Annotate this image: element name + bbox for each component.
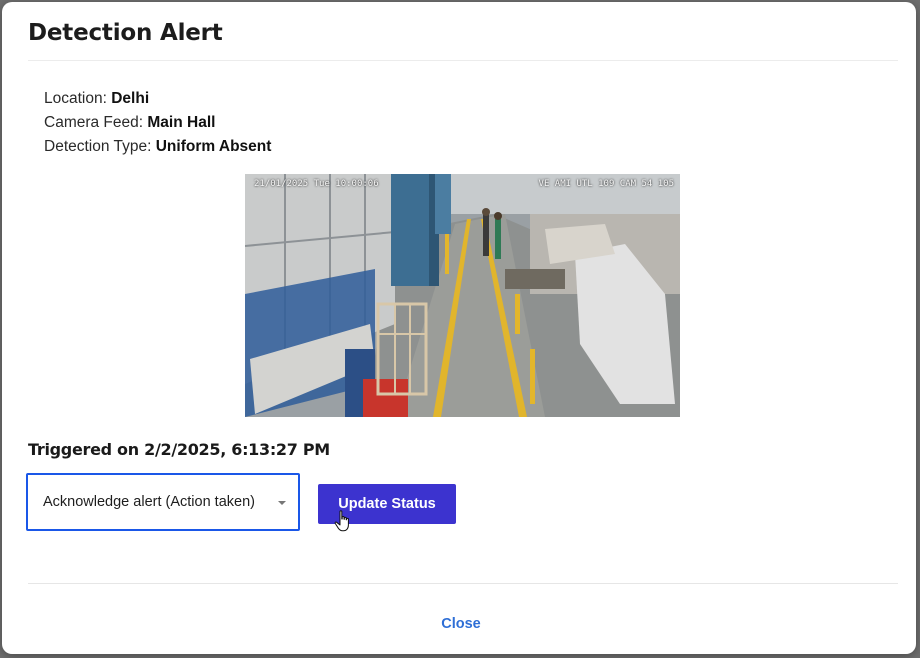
alert-details: Location: Delhi Camera Feed: Main Hall D… <box>44 87 271 159</box>
location-row: Location: Delhi <box>44 87 271 111</box>
triggered-timestamp: Triggered on 2/2/2025, 6:13:27 PM <box>28 440 330 459</box>
detection-snapshot: 21/01/2025 Tue 10:00:06 VE AMI UTL 109 C… <box>245 174 680 417</box>
camera-id-overlay: VE AMI UTL 109 CAM 54 105 <box>538 179 674 189</box>
camera-feed-label: Camera Feed: <box>44 114 144 131</box>
alert-status-select[interactable]: Acknowledge alert (Action taken) <box>26 473 300 531</box>
location-value: Delhi <box>111 90 150 107</box>
dropdown-caret-icon <box>278 501 286 505</box>
camera-timestamp-overlay: 21/01/2025 Tue 10:00:06 <box>254 179 379 189</box>
status-select-value: Acknowledge alert (Action taken) <box>43 494 255 510</box>
detection-type-value: Uniform Absent <box>155 138 272 155</box>
camera-feed-value: Main Hall <box>147 114 216 131</box>
modal-header: Detection Alert <box>28 20 898 61</box>
camera-frame-image <box>245 174 680 417</box>
footer-divider <box>28 583 898 584</box>
detection-type-label: Detection Type: <box>44 138 152 155</box>
camera-feed-row: Camera Feed: Main Hall <box>44 111 271 135</box>
location-label: Location: <box>44 90 107 107</box>
detection-alert-modal: Detection Alert Location: Delhi Camera F… <box>2 2 916 654</box>
detection-type-row: Detection Type: Uniform Absent <box>44 135 271 159</box>
modal-title: Detection Alert <box>28 20 223 46</box>
close-button[interactable]: Close <box>2 616 916 632</box>
hand-pointer-cursor-icon <box>334 510 349 532</box>
